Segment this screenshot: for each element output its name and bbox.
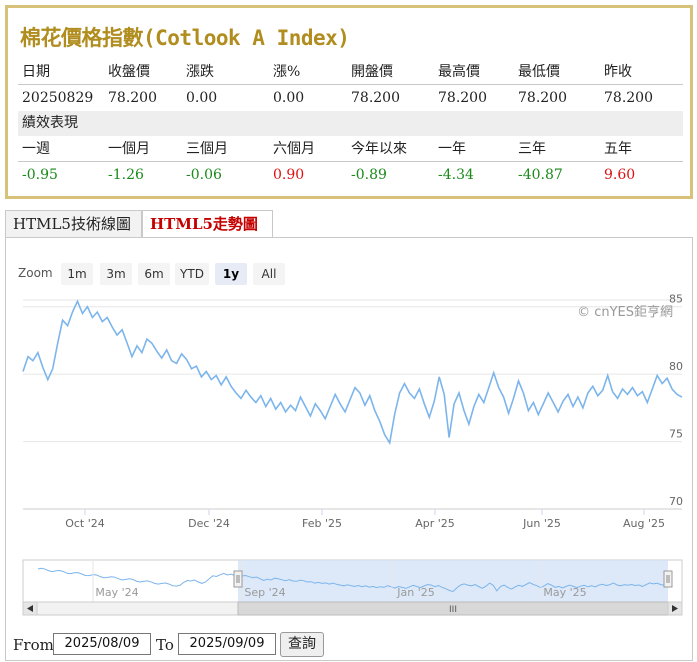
quote-header-cell: 日期 — [22, 64, 50, 80]
performance-header-cell: 三年 — [518, 141, 546, 157]
performance-value-row: -0.95 -1.26 -0.06 0.90 -0.89 -4.34 -40.87 9.60 — [18, 163, 683, 188]
performance-label: 績效表現 — [22, 115, 78, 131]
performance-value-cell: 9.60 — [604, 167, 636, 183]
performance-value-cell: -0.89 — [351, 167, 387, 183]
performance-value-cell: -0.06 — [186, 167, 222, 183]
quote-value-cell: 0.00 — [186, 90, 218, 106]
to-date-input[interactable]: 2025/09/09 — [178, 633, 276, 655]
performance-header-cell: 六個月 — [273, 141, 315, 157]
performance-header-cell: 三個月 — [186, 141, 228, 157]
performance-header-cell: 一個月 — [108, 141, 150, 157]
performance-value-cell: -4.34 — [438, 167, 474, 183]
query-button[interactable]: 查詢 — [280, 632, 324, 657]
tab-technical-chart[interactable]: HTML5技術線圖 — [5, 210, 142, 238]
quote-header-cell: 最高價 — [438, 64, 480, 80]
zoom-6m-button[interactable]: 6m — [138, 263, 170, 285]
quote-header-cell: 收盤價 — [108, 64, 150, 80]
quote-header-cell: 開盤價 — [351, 64, 393, 80]
chart-frame — [5, 237, 693, 661]
performance-value-cell: -40.87 — [518, 167, 563, 183]
performance-header-cell: 五年 — [604, 141, 632, 157]
performance-header-cell: 一週 — [22, 141, 50, 157]
performance-value-cell: -0.95 — [22, 167, 58, 183]
zoom-ytd-button[interactable]: YTD — [175, 263, 209, 285]
quote-value-cell: 78.200 — [518, 90, 567, 106]
zoom-1m-button[interactable]: 1m — [61, 263, 93, 285]
performance-band: 績效表現 — [18, 111, 683, 136]
zoom-label: Zoom — [18, 266, 53, 280]
to-label: To — [156, 636, 174, 654]
quote-panel: 棉花價格指數(Cotlook A Index) 日期 收盤價 漲跌 漲% 開盤價 最高價 最… — [5, 5, 693, 199]
quote-value-cell: 78.200 — [604, 90, 653, 106]
quote-value-cell: 78.200 — [108, 90, 157, 106]
quote-value-cell: 78.200 — [351, 90, 400, 106]
performance-header-cell: 今年以來 — [351, 141, 407, 157]
performance-value-cell: -1.26 — [108, 167, 144, 183]
quote-value-cell: 78.200 — [438, 90, 487, 106]
zoom-3m-button[interactable]: 3m — [100, 263, 132, 285]
quote-value-cell: 20250829 — [22, 90, 94, 106]
performance-header-row: 一週 一個月 三個月 六個月 今年以來 一年 三年 五年 — [18, 137, 683, 162]
from-date-input[interactable]: 2025/08/09 — [53, 633, 151, 655]
quote-value-cell: 0.00 — [273, 90, 305, 106]
quote-title: 棉花價格指數(Cotlook A Index) — [20, 26, 350, 50]
performance-header-cell: 一年 — [438, 141, 466, 157]
zoom-all-button[interactable]: All — [253, 263, 285, 285]
tab-trend-chart[interactable]: HTML5走勢圖 — [142, 210, 273, 238]
zoom-1y-button[interactable]: 1y — [215, 263, 247, 285]
quote-header-cell: 最低價 — [518, 64, 560, 80]
performance-value-cell: 0.90 — [273, 167, 305, 183]
quote-value-row: 20250829 78.200 0.00 0.00 78.200 78.200 78.200… — [18, 86, 683, 111]
quote-header-row: 日期 收盤價 漲跌 漲% 開盤價 最高價 最低價 昨收 — [18, 60, 683, 85]
quote-header-cell: 漲跌 — [186, 64, 214, 80]
quote-header-cell: 昨收 — [604, 64, 632, 80]
from-label: From — [13, 636, 54, 654]
quote-header-cell: 漲% — [273, 64, 301, 80]
